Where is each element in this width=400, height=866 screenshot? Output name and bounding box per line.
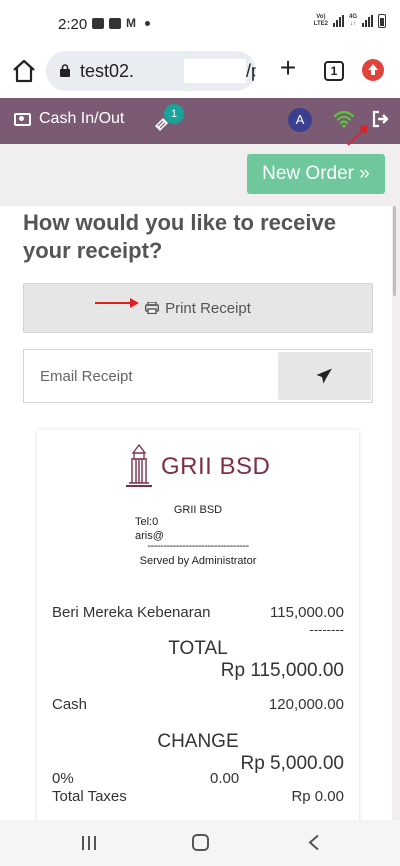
annotation-arrow-print (95, 298, 139, 308)
signal-icon-1 (332, 15, 344, 27)
home-icon[interactable] (10, 57, 38, 85)
money-icon (14, 112, 31, 126)
status-bar: 2:20 M Vo) LTE2 4G ↓↑ (0, 0, 400, 44)
annotation-arrow-signout (347, 125, 368, 146)
paper-plane-icon (316, 368, 332, 384)
printer-icon (145, 302, 160, 314)
tab-switcher-button[interactable]: 1 (324, 61, 344, 81)
android-nav-bar (0, 820, 400, 866)
new-tab-icon[interactable]: + (276, 54, 300, 82)
home-nav-icon[interactable] (192, 834, 209, 851)
lock-icon (60, 64, 70, 77)
change-label: CHANGE (157, 731, 239, 752)
payment-amount: 120,000.00 (268, 696, 344, 713)
recent-apps-icon[interactable] (82, 836, 96, 850)
volte-icon: Vo) LTE2 (313, 14, 328, 27)
order-line-price: 115,000.00 (270, 604, 344, 621)
served-by: Served by Administrator (139, 555, 257, 567)
status-time: 2:20 (58, 16, 88, 33)
total-taxes-label: Total Taxes (52, 788, 127, 805)
image-notification-icon (92, 18, 104, 29)
url-prefix: test02. (80, 61, 135, 81)
receipt-phone: Tel:0 (135, 516, 159, 528)
4g-icon: 4G ↓↑ (348, 14, 357, 27)
email-receipt-input[interactable] (24, 350, 276, 402)
sign-out-icon[interactable] (372, 110, 390, 128)
total-taxes-amount: Rp 0.00 (291, 788, 344, 805)
back-icon[interactable] (306, 834, 322, 851)
more-notifications-icon (145, 21, 150, 26)
receipt-separator: -------------------------------- (147, 540, 249, 552)
address-bar[interactable]: test02. /pos/u (46, 51, 256, 91)
company-logo: GRII BSD (125, 443, 270, 487)
url-redaction (184, 59, 246, 83)
send-email-button[interactable] (278, 352, 371, 400)
total-label: TOTAL (168, 638, 228, 659)
battery-icon (378, 14, 386, 28)
browser-toolbar: test02. /pos/u + 1 (0, 44, 400, 98)
pos-header: Cash In/Out 1 A (0, 98, 400, 144)
email-receipt-row (23, 349, 373, 403)
change-amount: Rp 5,000.00 (240, 753, 344, 774)
system-status-icons: Vo) LTE2 4G ↓↑ (314, 14, 386, 28)
receipt-preview: GRII BSD GRII BSD Tel:0 aris@ ----------… (37, 430, 359, 830)
total-amount: Rp 115,000.00 (220, 660, 344, 681)
ticket-count-badge: 1 (164, 104, 184, 124)
phone-redaction (177, 516, 247, 526)
print-receipt-button[interactable]: Print Receipt (23, 283, 373, 333)
new-order-button[interactable]: New Order » (247, 154, 385, 194)
receipt-question-heading: How would you like to receive your recei… (23, 210, 336, 263)
payment-method-label: Cash (52, 696, 88, 713)
church-logo-icon (126, 443, 152, 487)
cash-in-out-button[interactable]: Cash In/Out (14, 110, 124, 128)
receipt-company-name: GRII BSD (173, 504, 223, 516)
scrollbar[interactable] (393, 206, 396, 296)
signal-icon-2 (362, 15, 373, 27)
print-receipt-label: Print Receipt (165, 299, 251, 317)
logo-text: GRII BSD (161, 453, 271, 480)
tax-amount: 0.00 (210, 770, 240, 787)
gmail-icon: M (126, 16, 136, 30)
url-suffix: /pos/u (246, 61, 256, 81)
gallery-notification-icon (109, 18, 121, 29)
orders-ticket-button[interactable]: 1 (152, 104, 188, 136)
order-line-separator: -------- (309, 622, 344, 637)
update-icon[interactable] (362, 59, 384, 81)
user-avatar[interactable]: A (288, 108, 312, 132)
cash-in-out-label: Cash In/Out (39, 110, 125, 127)
tax-rate: 0% (52, 770, 74, 787)
order-line-name: Beri Mereka Kebenaran (52, 604, 211, 621)
notification-icons: M (92, 16, 150, 30)
